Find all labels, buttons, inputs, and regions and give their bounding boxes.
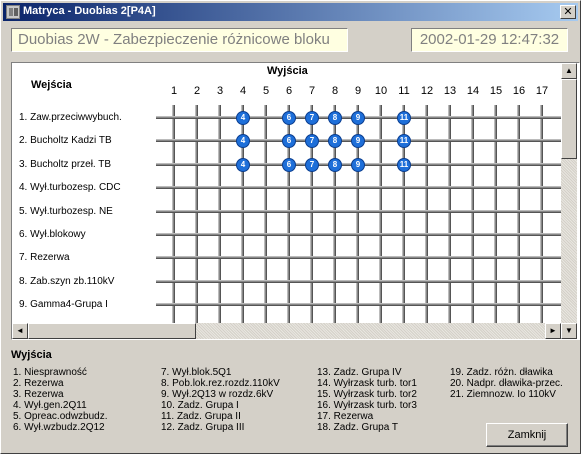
row-label: 4. Wył.turbozesp. CDC — [19, 182, 121, 194]
vertical-scrollbar[interactable]: ▲ ▼ — [561, 63, 577, 339]
matrix-connection-dot[interactable]: 8 — [328, 111, 342, 125]
legend-item: 13. Zadz. Grupa IV — [317, 367, 402, 378]
grid-row-line — [156, 186, 561, 190]
grid-column-line — [425, 105, 428, 323]
legend-item: 11. Zadz. Grupa II — [161, 411, 241, 422]
horizontal-scroll-thumb[interactable] — [28, 323, 196, 339]
column-number: 4 — [239, 85, 247, 97]
column-number: 13 — [443, 85, 457, 97]
column-number: 15 — [489, 85, 503, 97]
datetime-display: 2002-01-29 12:47:32 — [411, 28, 568, 52]
grid-column-line — [195, 105, 198, 323]
column-number: 7 — [308, 85, 316, 97]
legend-item: 21. Ziemnozw. Io 110kV — [450, 389, 556, 400]
window-title: Matryca - Duobias 2[P4A] — [23, 5, 156, 17]
grid-row-line — [156, 256, 561, 260]
row-label: 1. Zaw.przeciwwybuch. — [19, 112, 122, 123]
matrix-connection-dot[interactable]: 6 — [282, 157, 296, 172]
row-label: 3. Bucholtz przeł. TB — [19, 158, 112, 170]
legend-item: 1. Niesprawność — [13, 367, 87, 378]
row-label: 8. Zab.szyn zb.110kV — [19, 275, 115, 287]
legend-item: 20. Nadpr. dławika-przec. — [450, 378, 563, 389]
close-button[interactable]: Zamknij — [486, 423, 568, 447]
legend-item: 18. Zadz. Grupa T — [317, 422, 398, 433]
row-label: 7. Rezerwa — [19, 252, 70, 264]
legend-item: 19. Zadz. różn. dławika — [450, 367, 553, 378]
scroll-up-button[interactable]: ▲ — [561, 63, 577, 79]
column-number: 9 — [354, 85, 362, 97]
column-number: 11 — [398, 85, 410, 97]
outputs-header: Wyjścia — [267, 65, 308, 77]
legend-item: 5. Opreac.odwzbudz. — [13, 411, 108, 422]
grid-row-line — [156, 279, 561, 283]
column-number: 10 — [374, 85, 388, 97]
matrix-connection-dot[interactable]: 9 — [351, 157, 365, 172]
grid-column-line — [471, 105, 474, 323]
grid-row-line — [156, 303, 561, 307]
scroll-left-button[interactable]: ◄ — [12, 323, 28, 339]
matrix-connection-dot[interactable]: 6 — [282, 111, 296, 125]
matrix-window: Matryca - Duobias 2[P4A] ✕ Duobias 2W - … — [0, 0, 581, 454]
grid-column-line — [379, 105, 382, 323]
grid-column-line — [517, 105, 520, 323]
grid-column-line — [218, 105, 221, 323]
legend-item: 12. Zadz. Grupa III — [161, 422, 245, 433]
grid-column-line — [540, 105, 543, 323]
horizontal-scrollbar[interactable]: ◄ ► — [12, 323, 561, 339]
vertical-scroll-thumb[interactable] — [561, 79, 577, 159]
scroll-down-button[interactable]: ▼ — [561, 323, 577, 339]
matrix-connection-dot[interactable]: 7 — [305, 111, 319, 125]
column-number: 17 — [535, 85, 549, 97]
title-bar[interactable]: Matryca - Duobias 2[P4A] ✕ — [3, 3, 578, 21]
grid-row-line — [156, 209, 561, 213]
grid-column-line — [172, 105, 175, 323]
legend-item: 4. Wył.gen.2Q11 — [13, 400, 87, 411]
column-number: 16 — [512, 85, 526, 97]
legend-item: 8. Pob.lok.rez.rozdz.110kV — [161, 378, 280, 389]
column-number: 2 — [193, 85, 201, 97]
legend-item: 3. Rezerwa — [13, 389, 64, 400]
inputs-header: Wejścia — [31, 79, 72, 91]
legend-item: 14. Wyłrzask turb. tor1 — [317, 378, 417, 389]
legend-item: 15. Wyłrzask turb. tor2 — [317, 389, 417, 400]
close-window-button[interactable]: ✕ — [560, 5, 576, 19]
matrix-connection-dot[interactable]: 9 — [351, 111, 365, 125]
legend-item: 10. Zadz. Grupa I — [161, 400, 239, 411]
row-label: 2. Bucholtz Kadzi TB — [19, 135, 112, 147]
matrix-connection-dot[interactable]: 8 — [328, 157, 342, 172]
legend-item: 7. Wył.blok.5Q1 — [161, 367, 232, 378]
legend-title: Wyjścia — [11, 349, 52, 361]
legend-item: 16. Wyłrzask turb. tor3 — [317, 400, 417, 411]
legend-item: 9. Wył.2Q13 w rozdz.6kV — [161, 389, 274, 400]
row-label: 9. Gamma4-Grupa I — [19, 299, 108, 311]
column-number: 12 — [420, 85, 434, 97]
grid-column-line — [264, 105, 267, 323]
matrix-connection-dot[interactable]: 11 — [397, 157, 411, 172]
column-number: 8 — [331, 85, 339, 97]
column-number: 3 — [216, 85, 224, 97]
row-label: 5. Wył.turbozesp. NE — [19, 205, 113, 217]
column-number: 6 — [285, 85, 293, 97]
legend-item: 17. Rezerwa — [317, 411, 374, 422]
legend-item: 2. Rezerwa — [13, 378, 64, 389]
row-label: 6. Wył.blokowy — [19, 229, 86, 240]
grid-column-line — [448, 105, 451, 323]
scroll-right-button[interactable]: ► — [545, 323, 561, 339]
matrix-connection-dot[interactable]: 4 — [236, 157, 250, 172]
column-number: 14 — [466, 85, 480, 97]
matrix-connection-dot[interactable]: 4 — [236, 111, 250, 125]
grid-row-line — [156, 233, 561, 236]
column-number: 1 — [170, 85, 178, 97]
app-icon — [6, 5, 20, 19]
matrix-connection-dot[interactable]: 11 — [397, 111, 411, 125]
column-number: 5 — [262, 85, 270, 97]
matrix-connection-dot[interactable]: 7 — [305, 157, 319, 172]
legend-item: 6. Wył.wzbudz.2Q12 — [13, 422, 105, 433]
device-title: Duobias 2W - Zabezpieczenie różnicowe bl… — [11, 28, 348, 52]
grid-column-line — [494, 105, 497, 323]
